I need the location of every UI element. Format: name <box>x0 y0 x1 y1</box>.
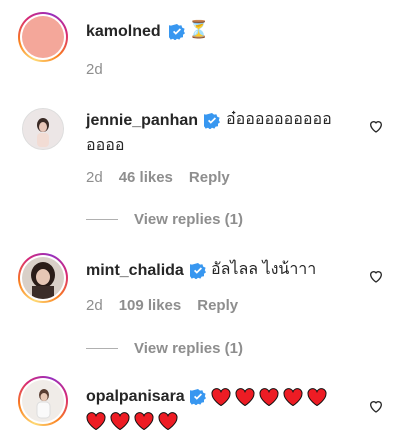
post-header: kamolned ⏳ 2d <box>0 0 414 90</box>
view-replies-button[interactable]: View replies (1) <box>134 211 243 228</box>
view-replies-button[interactable]: View replies (1) <box>134 340 243 357</box>
like-heart-icon[interactable] <box>368 118 384 134</box>
like-count[interactable]: 109 likes <box>119 297 182 314</box>
comment-text-line1: อัลไลล ไงน้าาา <box>211 261 317 278</box>
like-heart-icon[interactable] <box>368 398 384 414</box>
comment-text-line2: ออออ <box>86 137 125 154</box>
like-count[interactable]: 46 likes <box>119 169 173 186</box>
avatar <box>22 257 64 299</box>
red-heart-icon <box>86 412 106 430</box>
red-heart-icon <box>235 388 255 406</box>
reply-button[interactable]: Reply <box>197 297 238 314</box>
comment-username[interactable]: mint_chalida <box>86 262 184 280</box>
verified-badge-icon <box>204 113 220 129</box>
comment-time: 2d <box>86 297 103 314</box>
red-heart-icon <box>110 412 130 430</box>
comment-item: opalpanisara <box>0 372 414 441</box>
comment-time: 2d <box>86 169 103 186</box>
avatar <box>22 380 64 422</box>
comment-item: mint_chalida อัลไลล ไงน้าาา 2d 109 likes R… <box>0 250 414 365</box>
comment-username[interactable]: jennie_panhan <box>86 112 198 130</box>
comment-meta: 2d 46 likes Reply <box>86 169 246 186</box>
post-avatar-ring[interactable] <box>18 12 68 62</box>
red-heart-icon <box>307 388 327 406</box>
red-heart-icon <box>211 388 231 406</box>
avatar-ring[interactable] <box>18 253 68 303</box>
divider <box>86 219 118 220</box>
verified-badge-icon <box>190 389 206 405</box>
heart-emoji-row-1 <box>211 388 331 406</box>
avatar[interactable] <box>22 108 64 150</box>
comment-text-line1: อ๋ออออออออออ <box>226 111 332 128</box>
post-time: 2d <box>86 61 103 78</box>
red-heart-icon <box>259 388 279 406</box>
post-username[interactable]: kamolned <box>86 23 161 41</box>
reply-button[interactable]: Reply <box>189 169 230 186</box>
comment-username[interactable]: opalpanisara <box>86 388 185 406</box>
hourglass-emoji: ⏳ <box>188 20 210 39</box>
comment-item: jennie_panhan อ๋ออออออออออ ออออ 2d 46 lik… <box>0 100 414 240</box>
avatar-ring[interactable] <box>18 376 68 426</box>
profile-photo-icon <box>22 257 64 299</box>
profile-photo-icon <box>23 109 63 149</box>
red-heart-icon <box>158 412 178 430</box>
red-heart-icon <box>283 388 303 406</box>
like-heart-icon[interactable] <box>368 268 384 284</box>
divider <box>86 348 118 349</box>
red-heart-icon <box>134 412 154 430</box>
comment-meta: 2d 109 likes Reply <box>86 297 254 314</box>
profile-photo-icon <box>22 380 64 422</box>
avatar <box>22 16 64 58</box>
verified-badge-icon <box>190 263 206 279</box>
heart-emoji-row-2 <box>86 412 182 430</box>
verified-badge-icon <box>169 24 185 40</box>
